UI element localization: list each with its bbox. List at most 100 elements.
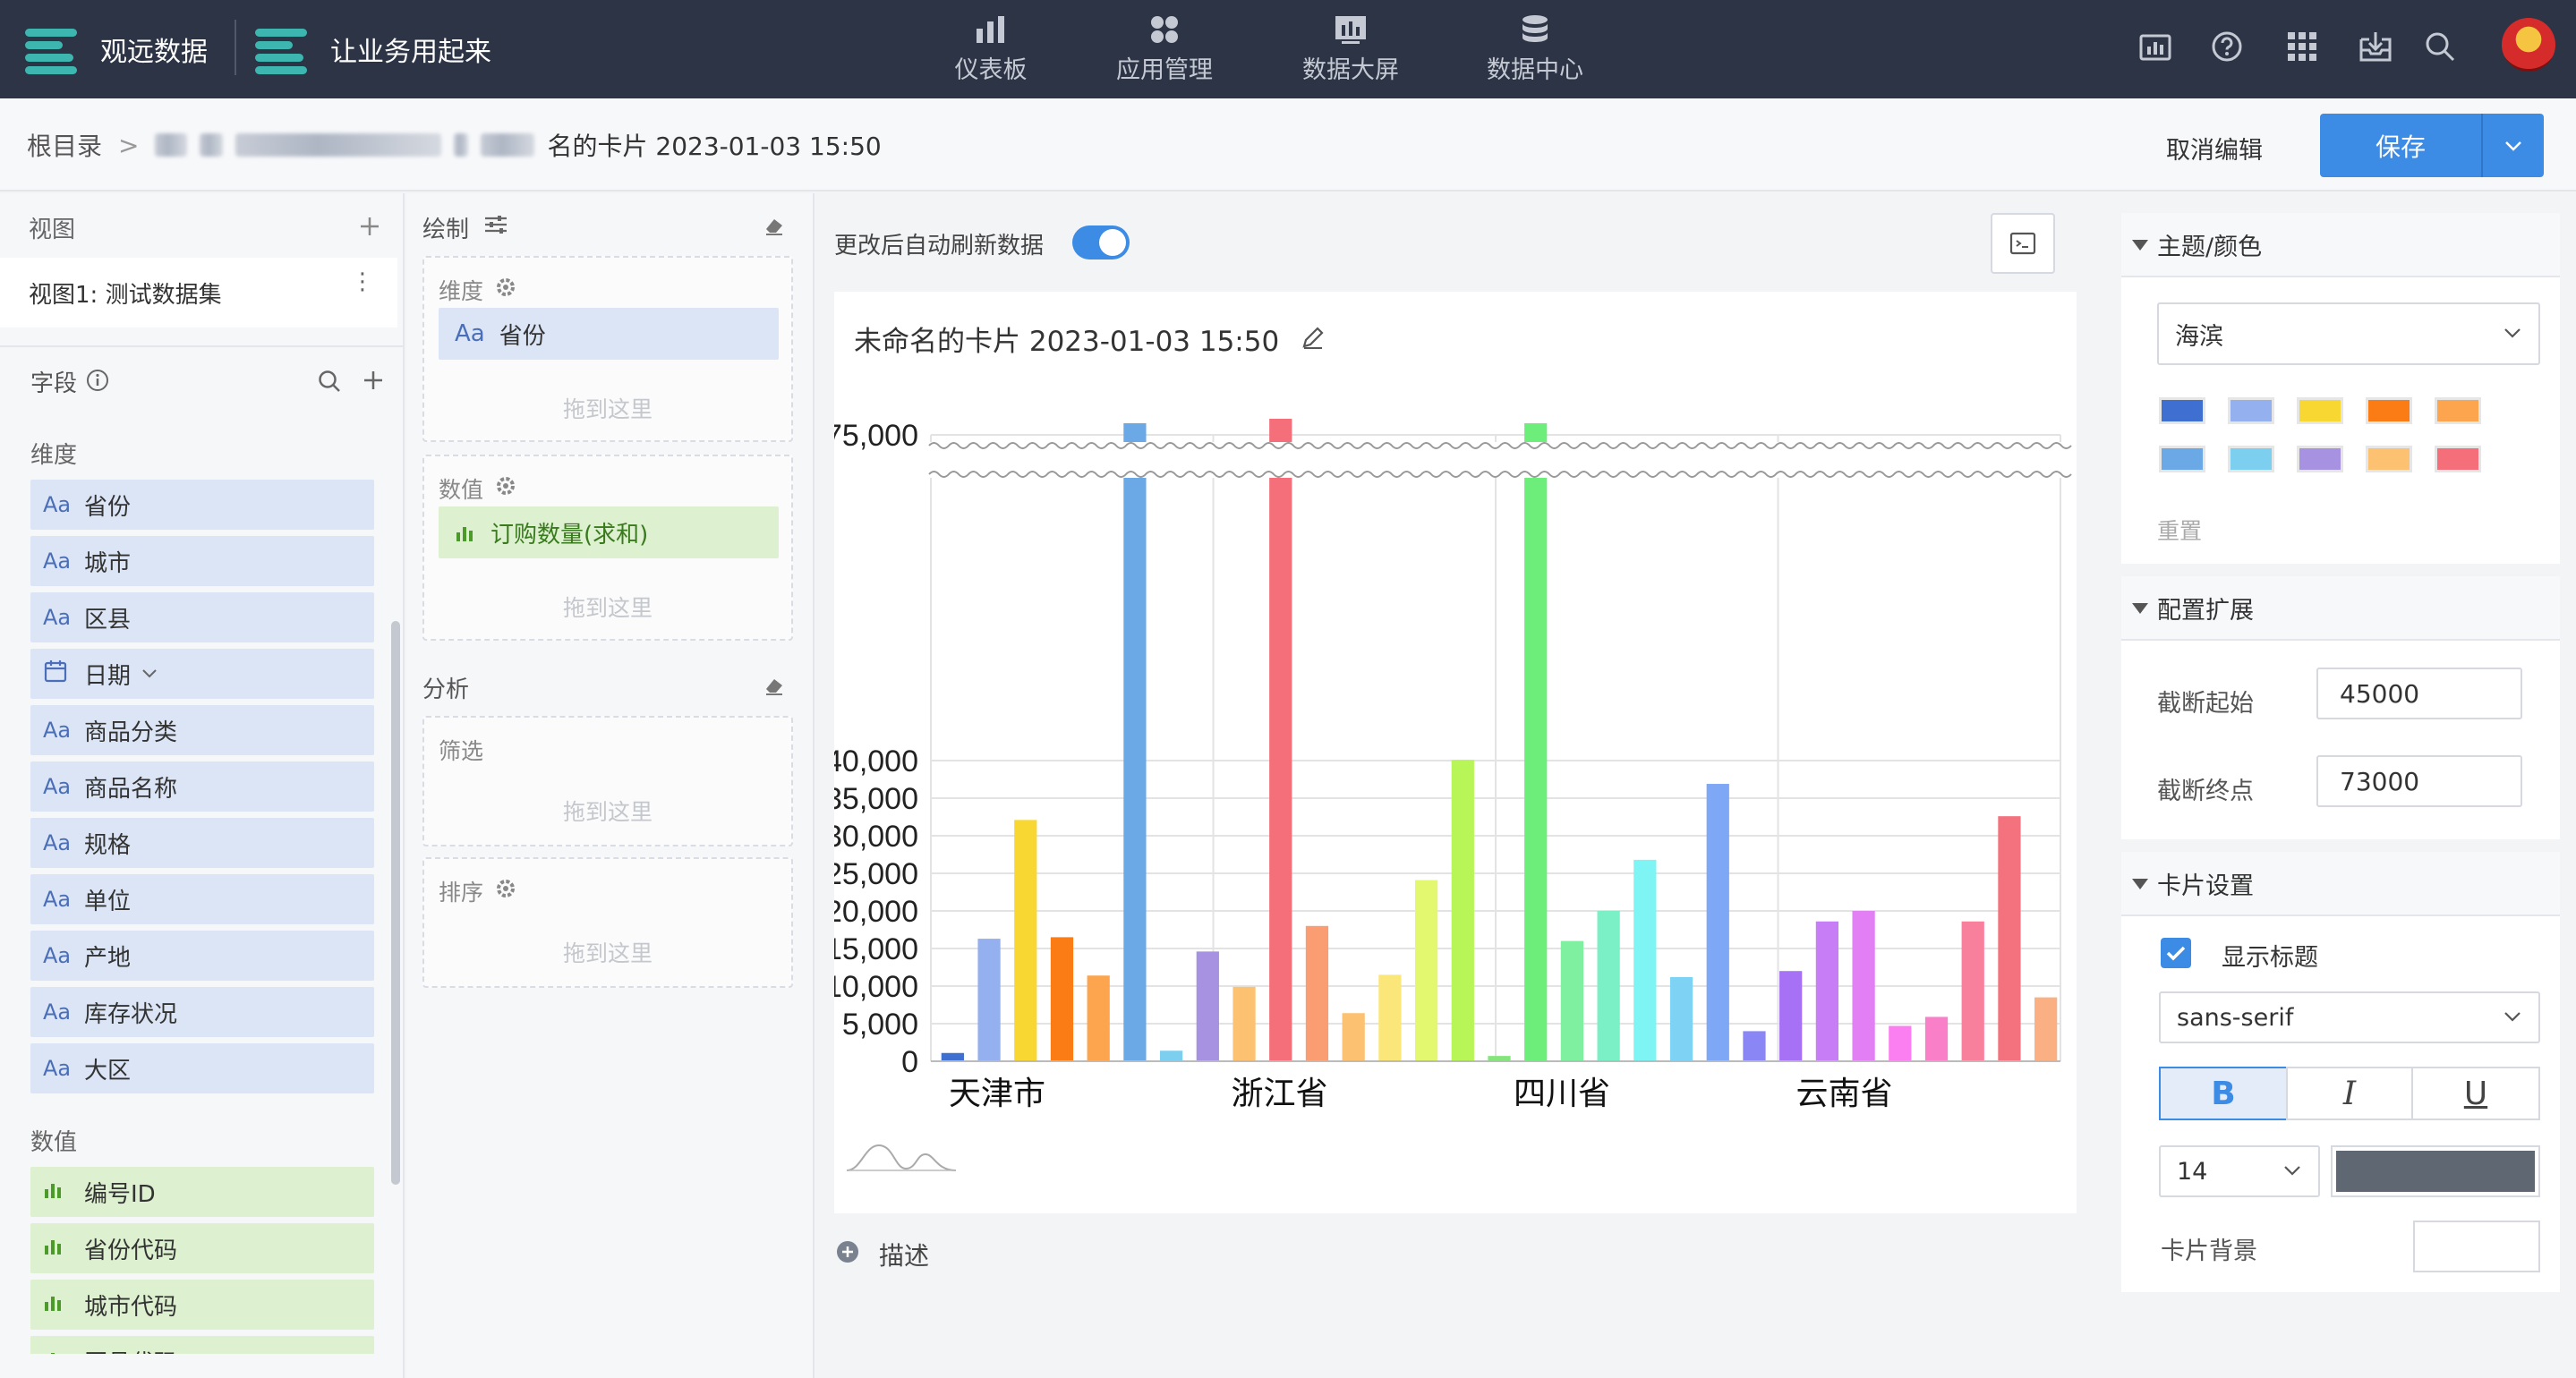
drop-placeholder: 拖到这里 [562, 396, 653, 422]
color-swatch[interactable] [2366, 397, 2412, 424]
blurred-path-segment [481, 133, 535, 157]
console-button[interactable] [1991, 213, 2055, 274]
preview-area: 更改后自动刷新数据 未命名的卡片 2023-01-03 15:50 0 5,000… [816, 193, 2103, 1378]
field-product-name[interactable]: Aa 商品名称 [30, 761, 374, 812]
gear-icon[interactable] [496, 476, 516, 496]
add-view-icon[interactable] [358, 215, 381, 238]
color-swatch[interactable] [2297, 446, 2343, 472]
italic-button[interactable]: I [2286, 1067, 2413, 1120]
field-district[interactable]: Aa 区县 [30, 592, 374, 642]
field-stock-status[interactable]: Aa 库存状况 [30, 987, 374, 1037]
field-id[interactable]: 编号ID [30, 1167, 374, 1217]
nav-label: 数据中心 [1487, 55, 1583, 84]
filter-drop-zone[interactable]: 筛选 拖到这里 [422, 716, 793, 846]
field-label: 区县 [84, 606, 132, 634]
color-swatch[interactable] [2228, 397, 2274, 424]
color-swatch[interactable] [2366, 446, 2412, 472]
nav-data-center[interactable]: 数据中心 [1463, 0, 1607, 98]
break-start-input[interactable]: 45000 [2316, 668, 2522, 719]
eraser-icon[interactable] [763, 673, 786, 696]
nav-data-screen[interactable]: 数据大屏 [1279, 0, 1422, 98]
user-avatar[interactable] [2502, 18, 2555, 72]
text-type-icon: Aa [43, 999, 72, 1025]
breadcrumb-root[interactable]: 根目录 [27, 127, 102, 163]
chevron-down-icon[interactable] [141, 668, 158, 679]
field-label: 编号ID [84, 1180, 156, 1208]
theme-select[interactable]: 海滨 [2157, 302, 2540, 365]
field-city[interactable]: Aa 城市 [30, 536, 374, 586]
brand-home[interactable]: 观远数据 [25, 0, 208, 98]
dimension-drop-zone[interactable]: 维度 Aa 省份 拖到这里 [422, 256, 793, 442]
nav-dashboard[interactable]: 仪表板 [919, 0, 1062, 98]
field-province[interactable]: Aa 省份 [30, 480, 374, 530]
color-swatch[interactable] [2159, 397, 2205, 424]
color-swatch[interactable] [2297, 397, 2343, 424]
minimap-icon[interactable] [845, 1140, 958, 1178]
eraser-icon[interactable] [763, 213, 786, 236]
field-region[interactable]: Aa 大区 [30, 1043, 374, 1093]
show-title-label: 显示标题 [2222, 944, 2318, 972]
bar [1852, 911, 1875, 1061]
field-label: 区县代码 [84, 1345, 177, 1355]
nav-app-management[interactable]: 应用管理 [1093, 0, 1236, 98]
underline-button[interactable]: U [2411, 1067, 2540, 1120]
theme-color-header[interactable]: 主题/颜色 [2121, 213, 2560, 277]
breadcrumb: 根目录 > 名的卡片 2023-01-03 15:50 [27, 98, 882, 191]
color-swatch[interactable] [2435, 446, 2481, 472]
color-swatch[interactable] [2159, 446, 2205, 472]
field-origin[interactable]: Aa 产地 [30, 931, 374, 981]
field-spec[interactable]: Aa 规格 [30, 818, 374, 868]
search-fields-icon[interactable] [317, 369, 342, 394]
download-center-button[interactable] [2356, 27, 2395, 66]
settings-sliders-icon[interactable] [483, 213, 508, 236]
field-city-code[interactable]: 城市代码 [30, 1280, 374, 1330]
card-background-picker[interactable] [2413, 1221, 2540, 1272]
value-pill-order-qty[interactable]: 订购数量(求和) [439, 506, 779, 558]
font-size-select[interactable]: 14 [2159, 1145, 2320, 1197]
auto-refresh-toggle[interactable] [1072, 225, 1130, 259]
color-swatch[interactable] [2435, 397, 2481, 424]
add-field-icon[interactable] [362, 369, 385, 392]
report-button[interactable] [2136, 27, 2175, 66]
font-color-picker[interactable] [2331, 1145, 2540, 1197]
add-circle-icon[interactable] [836, 1240, 859, 1263]
help-button[interactable] [2207, 27, 2247, 66]
breadcrumb-separator: > [118, 130, 140, 160]
field-list-scrollbar[interactable] [391, 621, 400, 1185]
gear-icon[interactable] [496, 879, 516, 898]
bar [1050, 937, 1074, 1061]
bold-button[interactable]: B [2159, 1067, 2288, 1120]
info-icon[interactable] [86, 369, 109, 392]
field-label: 城市 [84, 549, 132, 577]
nav-label: 应用管理 [1116, 55, 1213, 84]
field-date[interactable]: 日期 [30, 649, 374, 699]
field-district-code[interactable]: 区县代码 [30, 1336, 374, 1354]
field-unit[interactable]: Aa 单位 [30, 874, 374, 924]
config-extension-header[interactable]: 配置扩展 [2121, 576, 2560, 641]
show-title-checkbox[interactable] [2161, 938, 2191, 968]
reset-colors-button[interactable]: 重置 [2157, 514, 2202, 546]
global-search-button[interactable] [2420, 27, 2460, 66]
font-family-select[interactable]: sans-serif [2159, 991, 2540, 1043]
apps-grid-button[interactable] [2282, 27, 2322, 66]
color-swatch[interactable] [2228, 446, 2274, 472]
break-end-input[interactable]: 73000 [2316, 755, 2522, 807]
add-description-button[interactable]: 描述 [879, 1237, 929, 1272]
field-list-clip: 区县代码 [0, 1336, 394, 1354]
save-button[interactable]: 保存 [2320, 114, 2481, 177]
field-label: 日期 [84, 662, 132, 690]
sort-drop-zone[interactable]: 排序 拖到这里 [422, 857, 793, 988]
cancel-edit-button[interactable]: 取消编辑 [2166, 131, 2263, 166]
drop-placeholder: 拖到这里 [562, 799, 653, 825]
dimension-pill-province[interactable]: Aa 省份 [439, 308, 779, 360]
gear-icon[interactable] [496, 277, 516, 297]
save-dropdown-button[interactable] [2481, 114, 2544, 177]
more-vertical-icon[interactable]: ⋮ [351, 270, 374, 293]
bar [1998, 816, 2021, 1061]
value-drop-zone[interactable]: 数值 订购数量(求和) 拖到这里 [422, 455, 793, 641]
view-item[interactable]: 视图1: 测试数据集 ⋮ [0, 258, 397, 327]
chart-card: 未命名的卡片 2023-01-03 15:50 0 5,000 10,000 15,0… [834, 292, 2077, 1213]
card-settings-header[interactable]: 卡片设置 [2121, 852, 2560, 916]
field-product-category[interactable]: Aa 商品分类 [30, 705, 374, 755]
field-province-code[interactable]: 省份代码 [30, 1223, 374, 1273]
